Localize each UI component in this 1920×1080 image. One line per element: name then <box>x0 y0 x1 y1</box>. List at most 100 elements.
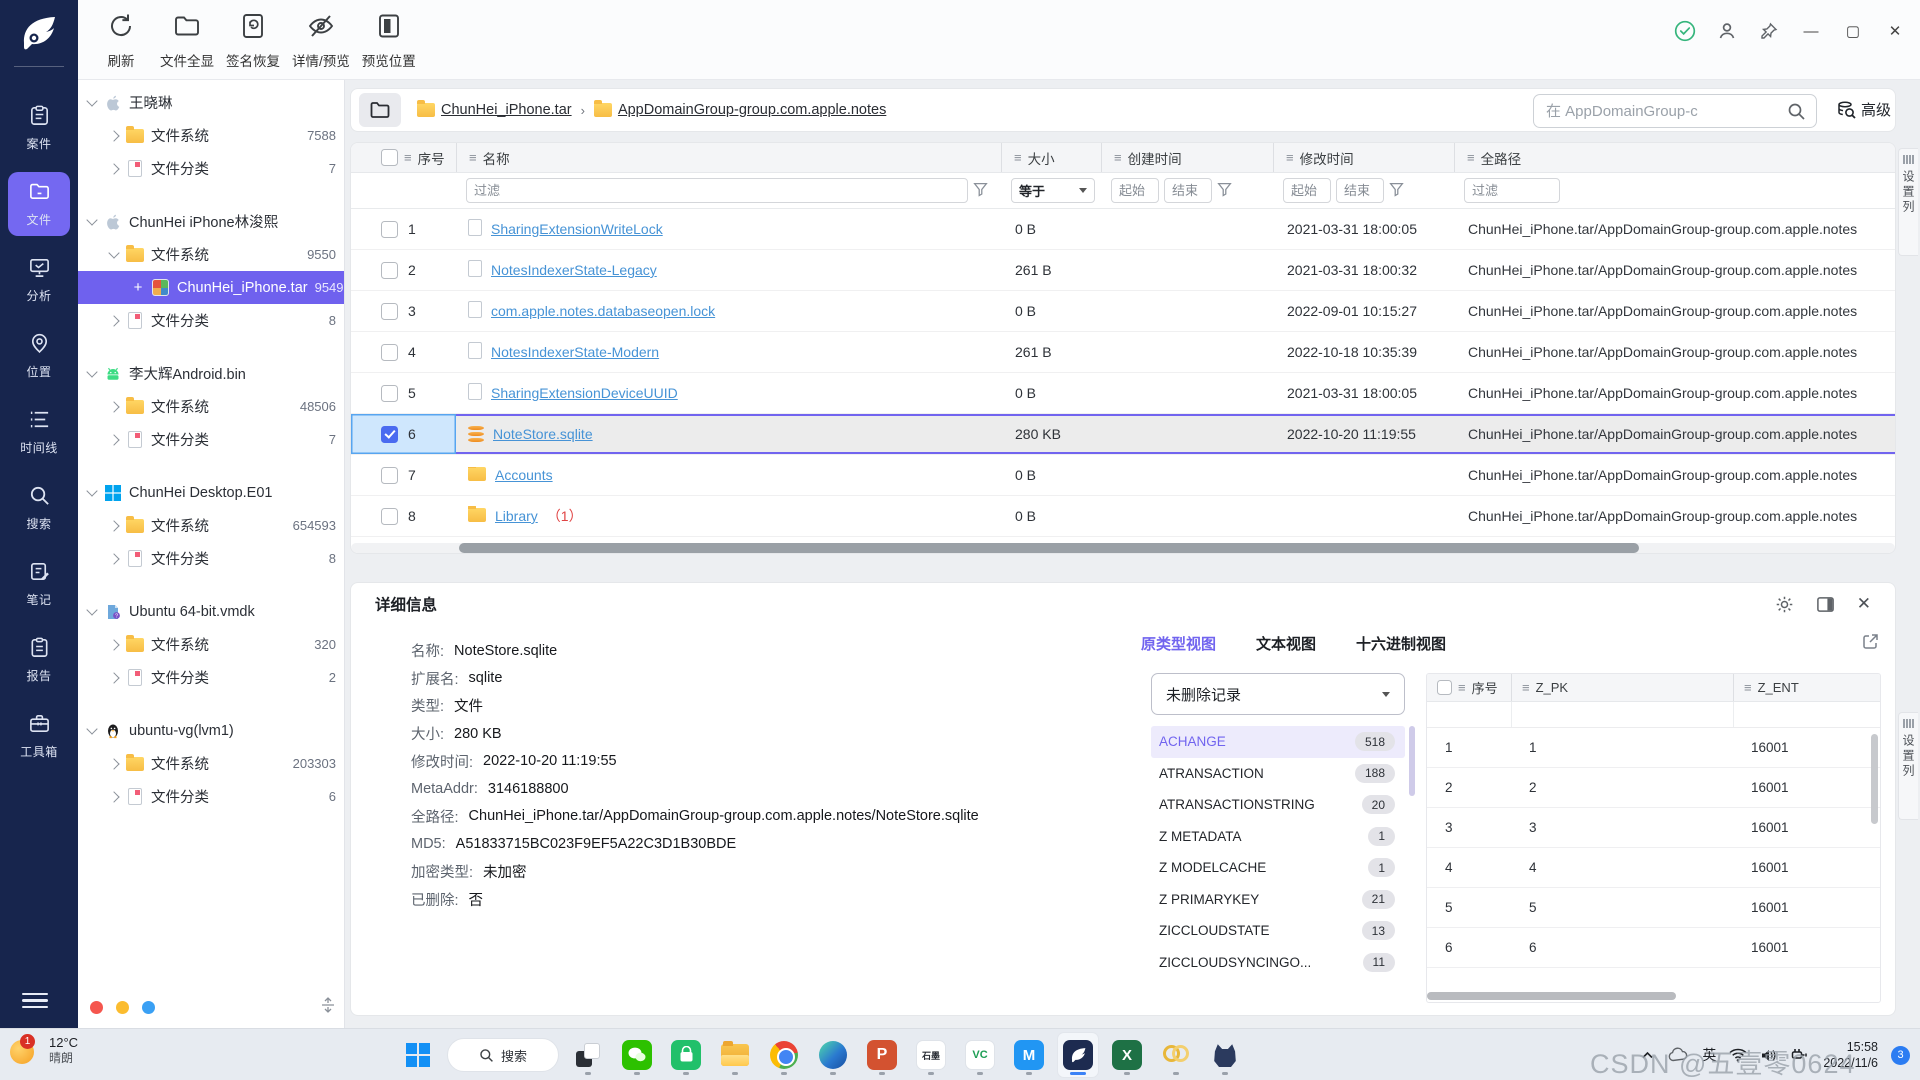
chevron-right-icon[interactable] <box>108 315 119 326</box>
db-table-list-item[interactable]: ACHANGE518 <box>1151 726 1405 758</box>
breadcrumb-item-current[interactable]: AppDomainGroup-group.com.apple.notes <box>594 102 886 118</box>
chevron-right-icon[interactable] <box>108 163 119 174</box>
toolbar-detail-preview-button[interactable]: 详情/预览 <box>286 8 356 70</box>
toolbar-refresh-button[interactable]: 刷新 <box>88 8 154 70</box>
battery-plug-icon[interactable] <box>1790 1048 1810 1062</box>
row-checkbox[interactable] <box>381 508 398 525</box>
list-scrollbar-thumb[interactable] <box>1409 726 1415 796</box>
tree-device-row[interactable]: 王晓琳 <box>78 86 344 119</box>
taskbar-app-edge[interactable] <box>813 1033 853 1077</box>
db-table-list-item[interactable]: Z PRIMARYKEY21 <box>1151 884 1405 916</box>
chevron-down-icon[interactable] <box>86 723 97 734</box>
table-row[interactable]: 1SharingExtensionWriteLock0 B2021-03-31 … <box>351 209 1895 250</box>
record-grid-row[interactable]: 2216001 <box>1427 768 1880 808</box>
wifi-icon[interactable] <box>1729 1048 1747 1062</box>
tree-item-row[interactable]: +ChunHei_iPhone.tar9549 <box>78 271 344 304</box>
filter-funnel-icon[interactable] <box>1389 182 1404 200</box>
maximize-button[interactable]: ▢ <box>1842 20 1864 42</box>
chevron-right-icon[interactable] <box>108 758 119 769</box>
tab-text-view[interactable]: 文本视图 <box>1256 633 1316 656</box>
sidebar-item-report[interactable]: 报告 <box>8 628 70 692</box>
tree-device-row[interactable]: 李大辉Android.bin <box>78 357 344 390</box>
chevron-down-icon[interactable] <box>86 366 97 377</box>
breadcrumb-link[interactable]: ChunHei_iPhone.tar <box>441 102 572 118</box>
sidebar-item-toolbox[interactable]: 工具箱 <box>8 704 70 768</box>
taskbar-app-file-explorer[interactable] <box>715 1033 755 1077</box>
row-checkbox[interactable] <box>381 467 398 484</box>
sidebar-item-file[interactable]: 文件 <box>8 172 70 236</box>
sidebar-item-search[interactable]: 搜索 <box>8 476 70 540</box>
tree-device-row[interactable]: ubuntu-vg(lvm1) <box>78 714 344 747</box>
name-filter-input[interactable] <box>466 178 968 203</box>
taskbar-app-task-view[interactable] <box>568 1033 608 1077</box>
sidebar-item-case[interactable]: 案件 <box>8 96 70 160</box>
file-name-link[interactable]: NotesIndexerState-Legacy <box>491 262 657 278</box>
minimize-button[interactable]: — <box>1800 20 1822 42</box>
filter-funnel-icon[interactable] <box>973 182 988 200</box>
scrollbar-thumb[interactable] <box>459 543 1639 553</box>
taskbar-app-blue-m[interactable]: M <box>1009 1033 1049 1077</box>
tree-item-row[interactable]: 文件分类8 <box>78 542 344 575</box>
file-name-link[interactable]: Library <box>495 508 538 524</box>
chevron-down-icon[interactable] <box>86 214 97 225</box>
created-start-input[interactable] <box>1111 178 1159 203</box>
taskbar-app-cat[interactable] <box>1205 1033 1245 1077</box>
table-row[interactable]: 8Library（1）0 BChunHei_iPhone.tar/AppDoma… <box>351 496 1895 537</box>
input-language-indicator[interactable]: 英 <box>1702 1045 1716 1065</box>
taskbar-app-vc[interactable]: VC <box>960 1033 1000 1077</box>
tree-item-row[interactable]: 文件分类6 <box>78 780 344 813</box>
tree-device-row[interactable]: ChunHei Desktop.E01 <box>78 476 344 509</box>
file-name-link[interactable]: SharingExtensionDeviceUUID <box>491 385 678 401</box>
tree-item-row[interactable]: 文件分类2 <box>78 661 344 694</box>
tree-item-row[interactable]: 文件系统320 <box>78 628 344 661</box>
chevron-right-icon[interactable] <box>108 434 119 445</box>
column-header-0[interactable]: ≡序号 <box>351 143 456 172</box>
pin-icon[interactable] <box>1758 20 1780 42</box>
record-grid-row[interactable]: 4416001 <box>1427 848 1880 888</box>
tree-item-row[interactable]: 文件系统654593 <box>78 509 344 542</box>
sidebar-item-location[interactable]: 位置 <box>8 324 70 388</box>
record-grid-row[interactable]: 3316001 <box>1427 808 1880 848</box>
created-end-input[interactable] <box>1164 178 1212 203</box>
expand-plus-icon[interactable]: + <box>132 279 144 296</box>
file-name-link[interactable]: com.apple.notes.databaseopen.lock <box>491 303 715 319</box>
chevron-down-icon[interactable] <box>86 604 97 615</box>
user-icon[interactable] <box>1716 20 1738 42</box>
close-button[interactable]: ✕ <box>1884 20 1906 42</box>
table-row[interactable]: 2NotesIndexerState-Legacy261 B2021-03-31… <box>351 250 1895 291</box>
tab-native-view[interactable]: 原类型视图 <box>1141 633 1216 656</box>
modified-end-input[interactable] <box>1336 178 1384 203</box>
table-row[interactable]: 3com.apple.notes.databaseopen.lock0 B202… <box>351 291 1895 332</box>
modified-start-input[interactable] <box>1283 178 1331 203</box>
menu-burger-icon[interactable] <box>22 989 48 1013</box>
chevron-right-icon[interactable] <box>108 401 119 412</box>
sidebar-item-timeline[interactable]: 时间线 <box>8 400 70 464</box>
table-row[interactable]: 4NotesIndexerState-Modern261 B2022-10-18… <box>351 332 1895 373</box>
db-table-list-item[interactable]: ATRANSACTIONSTRING20 <box>1151 789 1405 821</box>
db-table-list-item[interactable]: ZICCLOUDSYNCINGO...11 <box>1151 947 1405 979</box>
file-name-link[interactable]: NoteStore.sqlite <box>493 426 593 442</box>
path-filter-input[interactable] <box>1464 178 1560 203</box>
tray-chevron-up-icon[interactable] <box>1641 1049 1654 1062</box>
db-table-list-item[interactable]: ZICCLOUDSTATE13 <box>1151 915 1405 947</box>
sidebar-item-notes[interactable]: 笔记 <box>8 552 70 616</box>
tree-item-row[interactable]: 文件分类7 <box>78 423 344 456</box>
filter-funnel-icon[interactable] <box>1217 182 1232 200</box>
search-input[interactable] <box>1544 102 1787 121</box>
db-table-list-item[interactable]: Z MODELCACHE1 <box>1151 852 1405 884</box>
grid-horizontal-scrollbar[interactable] <box>1427 992 1676 1000</box>
select-all-checkbox[interactable] <box>381 149 398 166</box>
chevron-right-icon[interactable] <box>108 639 119 650</box>
toolbar-show-all-files-button[interactable]: 文件全显 <box>154 8 220 70</box>
db-table-list-item[interactable]: ATRANSACTION188 <box>1151 758 1405 790</box>
record-filter-dropdown[interactable]: 未删除记录 <box>1151 673 1405 715</box>
chevron-right-icon[interactable] <box>108 553 119 564</box>
start-button[interactable] <box>398 1033 438 1077</box>
chevron-right-icon[interactable] <box>108 130 119 141</box>
row-checkbox[interactable] <box>381 262 398 279</box>
column-settings-tab[interactable]: 设置列 <box>1898 148 1918 256</box>
column-header-3[interactable]: ≡创建时间 <box>1101 143 1273 172</box>
sidebar-item-analysis[interactable]: 分析 <box>8 248 70 312</box>
taskbar-app-excel[interactable]: X <box>1107 1033 1147 1077</box>
notification-badge[interactable]: 3 <box>1891 1046 1910 1065</box>
